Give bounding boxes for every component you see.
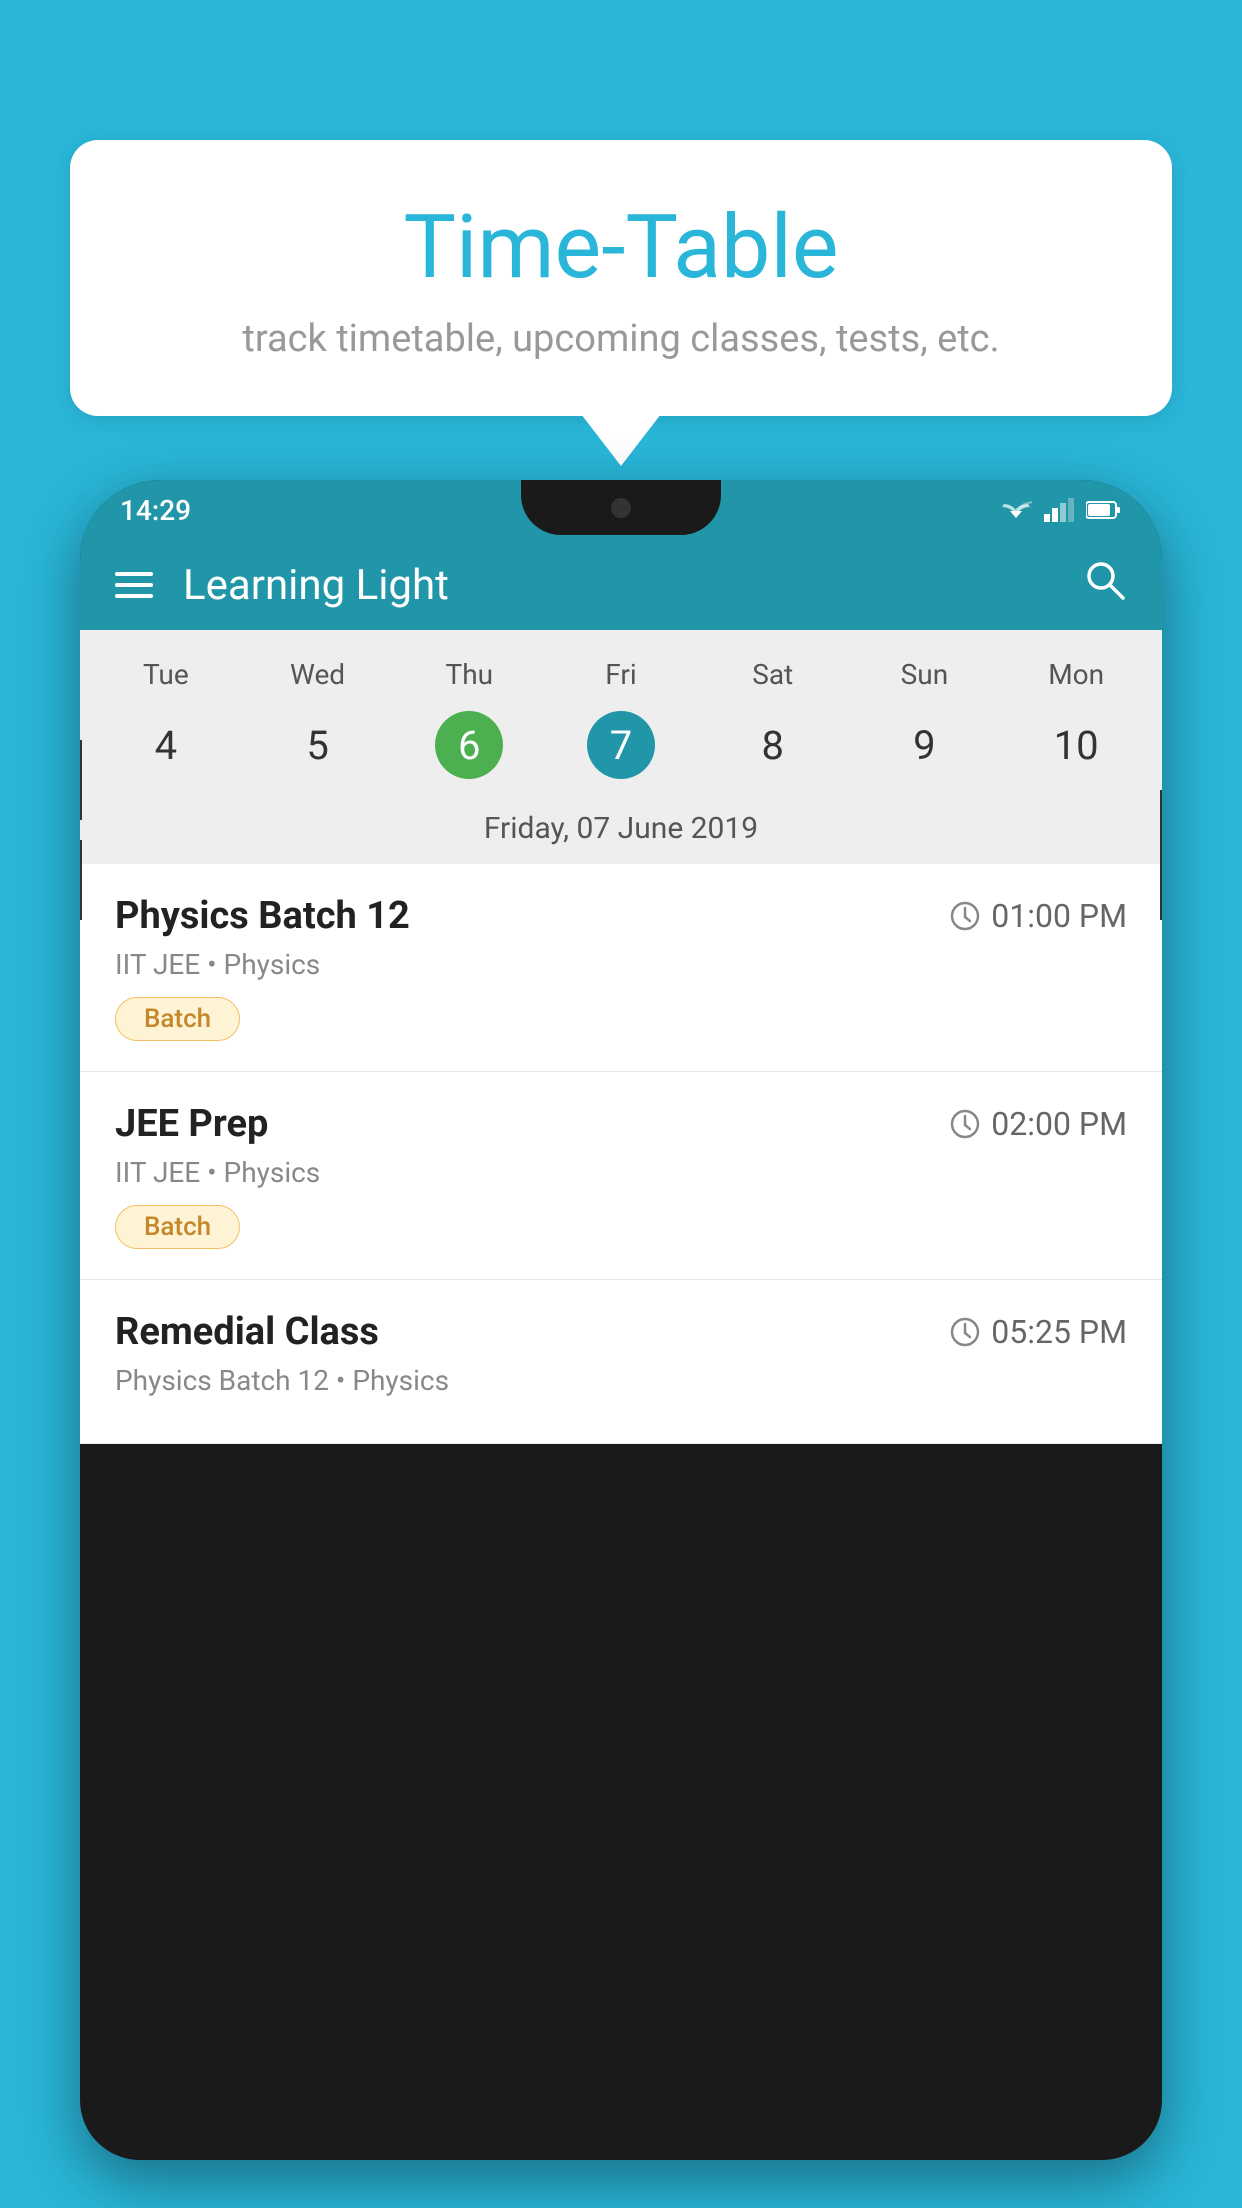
class-item-2[interactable]: JEE Prep 02:00 PM IIT JEE • Physics Batc… <box>80 1072 1162 1280</box>
hamburger-menu[interactable] <box>115 572 153 598</box>
class-3-meta: Physics Batch 12 • Physics <box>115 1364 1127 1397</box>
day-sun: Sun <box>849 650 1001 699</box>
status-icons <box>1000 498 1122 522</box>
header-left: Learning Light <box>115 561 449 610</box>
battery-icon <box>1086 500 1122 520</box>
class-1-name: Physics Batch 12 <box>115 894 410 938</box>
class-item-3-header: Remedial Class 05:25 PM <box>115 1310 1127 1354</box>
phone-container: 14:29 <box>80 480 1162 2208</box>
signal-icon <box>1044 498 1074 522</box>
day-headers: Tue Wed Thu Fri Sat Sun Mon <box>80 650 1162 699</box>
class-3-time: 05:25 PM <box>949 1313 1127 1351</box>
speech-bubble: Time-Table track timetable, upcoming cla… <box>70 140 1172 416</box>
class-3-name: Remedial Class <box>115 1310 379 1354</box>
clock-icon-2 <box>949 1108 981 1140</box>
power-btn <box>1160 790 1162 920</box>
selected-date-label: Friday, 07 June 2019 <box>80 801 1162 864</box>
clock-icon-1 <box>949 900 981 932</box>
date-6-today[interactable]: 6 <box>393 699 545 791</box>
class-item-2-header: JEE Prep 02:00 PM <box>115 1102 1127 1146</box>
date-10[interactable]: 10 <box>1000 699 1152 791</box>
clock-icon-3 <box>949 1316 981 1348</box>
date-5[interactable]: 5 <box>242 699 394 791</box>
camera <box>611 498 631 518</box>
date-8[interactable]: 8 <box>697 699 849 791</box>
day-mon: Mon <box>1000 650 1152 699</box>
class-2-time: 02:00 PM <box>949 1105 1127 1143</box>
class-item-1-header: Physics Batch 12 01:00 PM <box>115 894 1127 938</box>
volume-down-btn <box>80 840 82 920</box>
calendar-strip: Tue Wed Thu Fri Sat Sun Mon 4 5 6 7 8 9 … <box>80 630 1162 864</box>
speech-bubble-container: Time-Table track timetable, upcoming cla… <box>70 140 1172 416</box>
class-1-time: 01:00 PM <box>949 897 1127 935</box>
bubble-subtitle: track timetable, upcoming classes, tests… <box>130 317 1112 361</box>
day-sat: Sat <box>697 650 849 699</box>
phone-notch <box>521 480 721 535</box>
class-1-badge: Batch <box>115 997 240 1041</box>
class-2-name: JEE Prep <box>115 1102 268 1146</box>
day-fri: Fri <box>545 650 697 699</box>
class-2-badge: Batch <box>115 1205 240 1249</box>
volume-up-btn <box>80 740 82 820</box>
date-4[interactable]: 4 <box>90 699 242 791</box>
class-2-meta: IIT JEE • Physics <box>115 1156 1127 1189</box>
class-1-meta: IIT JEE • Physics <box>115 948 1127 981</box>
phone-frame: 14:29 <box>80 480 1162 2160</box>
class-list: Physics Batch 12 01:00 PM IIT JEE • Phys… <box>80 864 1162 1444</box>
day-numbers: 4 5 6 7 8 9 10 <box>80 699 1162 801</box>
date-7-selected[interactable]: 7 <box>545 699 697 791</box>
app-title: Learning Light <box>183 561 449 610</box>
day-tue: Tue <box>90 650 242 699</box>
search-button[interactable] <box>1083 558 1127 613</box>
wifi-icon <box>1000 498 1032 522</box>
app-header: Learning Light <box>80 540 1162 630</box>
date-9[interactable]: 9 <box>849 699 1001 791</box>
class-item-1[interactable]: Physics Batch 12 01:00 PM IIT JEE • Phys… <box>80 864 1162 1072</box>
day-thu: Thu <box>393 650 545 699</box>
bubble-title: Time-Table <box>130 200 1112 297</box>
class-item-3[interactable]: Remedial Class 05:25 PM Physics Batch 12… <box>80 1280 1162 1444</box>
status-time: 14:29 <box>120 494 191 527</box>
day-wed: Wed <box>242 650 394 699</box>
